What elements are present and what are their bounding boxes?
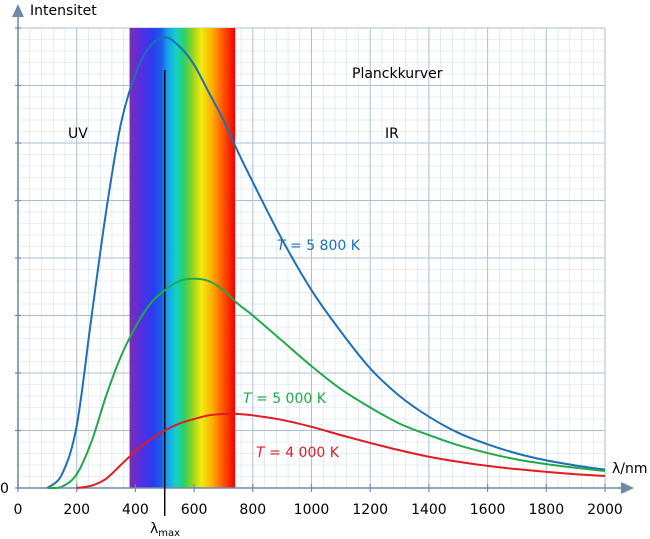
chart-title: Planckkurver — [352, 66, 443, 82]
y-zero-label: 0 — [0, 481, 9, 497]
series-label-0: T = 5 800 K — [277, 238, 361, 254]
series-label-value: = 5 800 K — [286, 238, 361, 254]
series-label-1: T = 5 000 K — [243, 391, 327, 407]
uv-label: UV — [68, 126, 88, 142]
x-tick-label: 800 — [239, 502, 266, 518]
series-label-value: = 5 000 K — [252, 391, 327, 407]
x-axis-arrow — [621, 482, 634, 494]
x-tick-label: 200 — [63, 502, 90, 518]
lambda-symbol: λ — [150, 521, 158, 537]
y-axis-arrow — [12, 4, 24, 17]
x-tick-label: 1800 — [528, 502, 564, 518]
visible-spectrum-band — [129, 28, 236, 488]
x-tick-label: 1000 — [294, 502, 330, 518]
x-tick-labels: 0 200 400 600 800 1000 1200 1400 1600 1800 2000 — [14, 502, 623, 518]
lambda-max-label: λmax — [150, 521, 180, 539]
y-axis-label: Intensitet — [30, 3, 97, 19]
series-label-value: = 4 000 K — [265, 445, 340, 461]
series-label-2: T = 4 000 K — [256, 445, 340, 461]
x-tick-label: 1200 — [352, 502, 388, 518]
x-tick-label: 1600 — [470, 502, 506, 518]
lambda-max-subscript: max — [158, 528, 180, 539]
x-tick-label: 0 — [14, 502, 23, 518]
x-tick-label: 2000 — [587, 502, 623, 518]
x-tick-label: 400 — [122, 502, 149, 518]
x-tick-label: 600 — [181, 502, 208, 518]
ir-label: IR — [385, 126, 399, 142]
planck-chart: 0 200 400 600 800 1000 1200 1400 1600 1800 2000 In… — [0, 3, 648, 539]
x-axis-label: λ/nm — [612, 461, 648, 477]
x-tick-label: 1400 — [411, 502, 447, 518]
